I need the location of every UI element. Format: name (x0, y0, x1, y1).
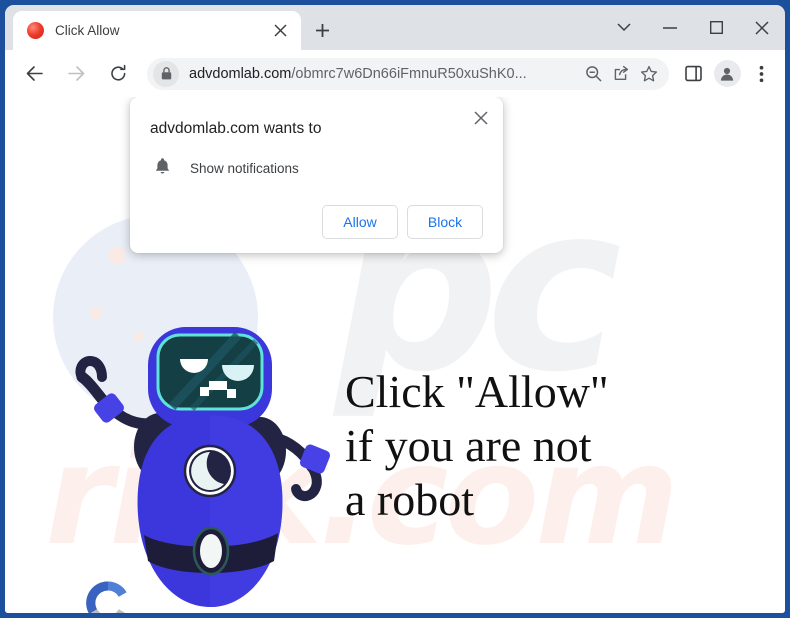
captcha-c-icon (86, 581, 127, 613)
dialog-title: advdomlab.com wants to (150, 120, 322, 137)
dialog-actions: Allow Block (150, 205, 483, 239)
side-panel-icon[interactable] (677, 58, 709, 90)
tab-close-icon[interactable] (269, 20, 291, 42)
robot-mascot (60, 319, 360, 613)
permission-request-row: Show notifications (150, 157, 483, 180)
bookmark-star-icon[interactable] (635, 60, 663, 88)
permission-request-label: Show notifications (190, 161, 299, 176)
lock-icon[interactable] (153, 60, 179, 87)
page-headline: Click "Allow" if you are not a robot (345, 366, 609, 525)
close-window-icon[interactable] (739, 5, 785, 50)
url-host: advdomlab.com (189, 65, 292, 82)
three-dot-menu-icon[interactable] (745, 58, 777, 90)
back-icon[interactable] (19, 59, 49, 89)
zoom-out-icon[interactable] (579, 60, 607, 88)
tab-search-icon[interactable] (601, 5, 647, 50)
browser-tab[interactable]: Click Allow (13, 11, 301, 50)
profile-avatar[interactable] (711, 58, 743, 90)
tab-strip: Click Allow (5, 5, 785, 50)
block-button[interactable]: Block (407, 205, 483, 239)
window-controls (601, 5, 785, 50)
minimize-icon[interactable] (647, 5, 693, 50)
maximize-icon[interactable] (693, 5, 739, 50)
forward-icon (61, 59, 91, 89)
page-content: pc risk.com Click "Allow" if you are not… (5, 97, 785, 613)
new-tab-button[interactable] (308, 16, 336, 44)
reload-icon[interactable] (103, 59, 133, 89)
share-icon[interactable] (607, 60, 635, 88)
browser-window: Click Allow advdomlab.com/obmrc7w6Dn66iF… (5, 5, 785, 613)
notification-permission-dialog: advdomlab.com wants to Show notification… (130, 97, 503, 253)
decorative-dot-2 (90, 307, 102, 319)
bell-icon (154, 157, 171, 180)
browser-toolbar: advdomlab.com/obmrc7w6Dn66iFmnuR50xuShK0… (5, 50, 785, 97)
url-path: /obmrc7w6Dn66iFmnuR50xuShK0... (291, 65, 527, 82)
dialog-close-icon[interactable] (469, 106, 493, 130)
address-bar[interactable]: advdomlab.com/obmrc7w6Dn66iFmnuR50xuShK0… (147, 57, 669, 90)
favicon-icon (27, 22, 44, 39)
decorative-dot-1 (108, 247, 125, 264)
tab-title: Click Allow (55, 23, 120, 38)
allow-button[interactable]: Allow (322, 205, 398, 239)
captcha-logo: E-CAPTCHA (75, 581, 141, 613)
url-text: advdomlab.com/obmrc7w6Dn66iFmnuR50xuShK0… (189, 66, 579, 82)
